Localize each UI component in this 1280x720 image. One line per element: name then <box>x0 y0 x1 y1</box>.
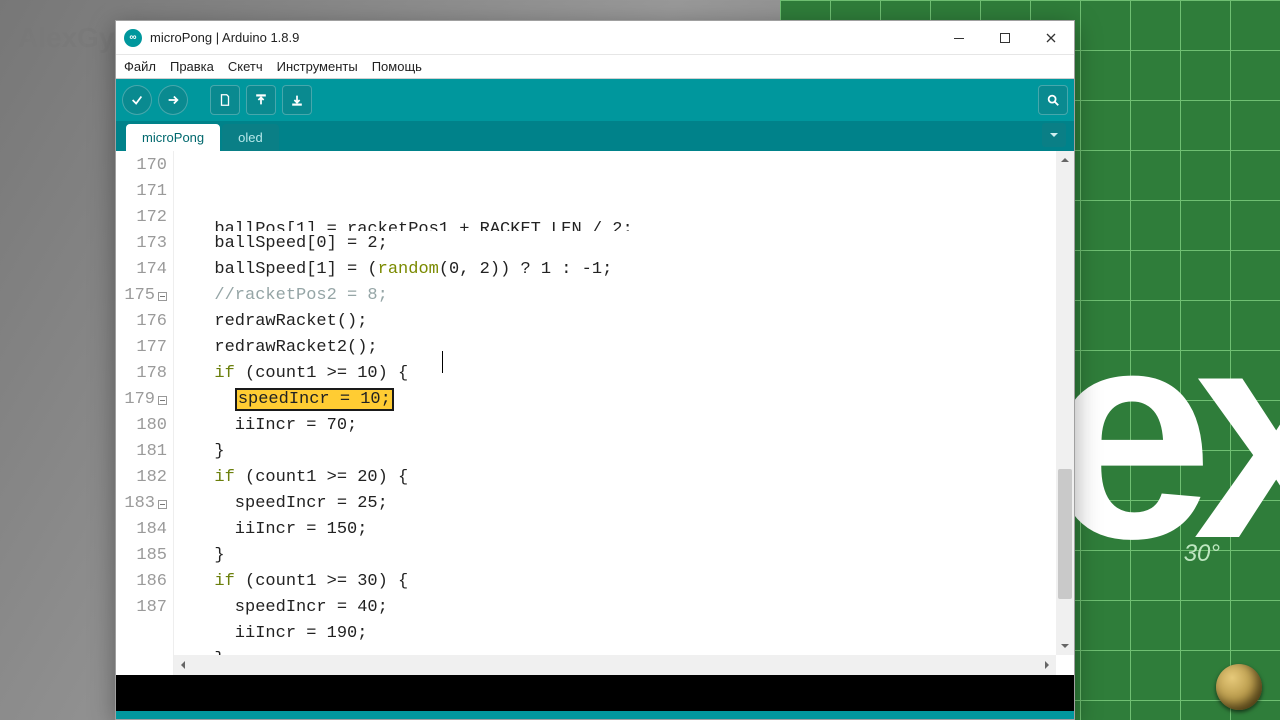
line-number: 172 <box>116 205 167 231</box>
save-sketch-button[interactable] <box>282 85 312 115</box>
code-line[interactable]: if (count1 >= 10) { <box>194 361 1074 387</box>
code-line[interactable]: iiIncr = 70; <box>194 413 1074 439</box>
fold-icon[interactable] <box>158 292 167 301</box>
code-area[interactable]: ballPos[1] = racketPos1 + RACKET_LEN / 2… <box>174 151 1074 675</box>
line-number: 170 <box>116 153 167 179</box>
tab-menu-button[interactable] <box>1042 123 1066 147</box>
code-line[interactable]: iiIncr = 190; <box>194 621 1074 647</box>
toolbar <box>116 79 1074 121</box>
vertical-scroll-track[interactable] <box>1056 169 1074 637</box>
line-number: 183 <box>116 491 167 517</box>
line-number: 171 <box>116 179 167 205</box>
code-line[interactable]: } <box>194 439 1074 465</box>
arduino-ide-window: ∞ microPong | Arduino 1.8.9 Файл Правка Ск… <box>115 20 1075 720</box>
code-line[interactable]: speedIncr = 40; <box>194 595 1074 621</box>
text-cursor <box>442 351 443 373</box>
code-line[interactable]: iiIncr = 150; <box>194 517 1074 543</box>
menu-инструменты[interactable]: Инструменты <box>277 59 358 74</box>
line-number: 173 <box>116 231 167 257</box>
line-number: 185 <box>116 543 167 569</box>
line-number: 181 <box>116 439 167 465</box>
menu-bar: Файл Правка Скетч Инструменты Помощь <box>116 55 1074 79</box>
code-line[interactable]: if (count1 >= 20) { <box>194 465 1074 491</box>
line-number: 177 <box>116 335 167 361</box>
line-number: 178 <box>116 361 167 387</box>
tab-oled[interactable]: oled <box>222 124 279 151</box>
code-line[interactable]: speedIncr = 10; <box>194 387 1074 413</box>
open-sketch-button[interactable] <box>246 85 276 115</box>
code-line[interactable]: ballPos[1] = racketPos1 + RACKET_LEN / 2… <box>194 217 1074 231</box>
scroll-right-button[interactable] <box>1038 660 1056 670</box>
horizontal-scrollbar[interactable] <box>174 655 1056 675</box>
mat-angle-label: 30° <box>1184 540 1220 568</box>
code-line[interactable]: //racketPos2 = 8; <box>194 283 1074 309</box>
vertical-scrollbar[interactable] <box>1056 151 1074 655</box>
fold-icon[interactable] <box>158 500 167 509</box>
code-line[interactable]: redrawRacket(); <box>194 309 1074 335</box>
new-sketch-button[interactable] <box>210 85 240 115</box>
line-number: 186 <box>116 569 167 595</box>
window-titlebar[interactable]: ∞ microPong | Arduino 1.8.9 <box>116 21 1074 55</box>
arduino-icon: ∞ <box>124 29 142 47</box>
code-line[interactable]: if (count1 >= 30) { <box>194 569 1074 595</box>
code-line[interactable]: ballSpeed[0] = 2; <box>194 231 1074 257</box>
scroll-left-button[interactable] <box>174 660 192 670</box>
watermark: AlexGy <box>18 22 115 54</box>
menu-правка[interactable]: Правка <box>170 59 214 74</box>
code-line[interactable]: speedIncr = 25; <box>194 491 1074 517</box>
window-title: microPong | Arduino 1.8.9 <box>150 30 299 45</box>
horizontal-scroll-track[interactable] <box>192 655 1038 675</box>
close-button[interactable] <box>1028 21 1074 55</box>
lens-reflection <box>1216 664 1262 710</box>
upload-button[interactable] <box>158 85 188 115</box>
vertical-scroll-thumb[interactable] <box>1058 469 1072 599</box>
scroll-up-button[interactable] <box>1056 151 1074 169</box>
code-line[interactable]: redrawRacket2(); <box>194 335 1074 361</box>
line-number: 175 <box>116 283 167 309</box>
line-number-gutter: 1691701711721731741751761771781791801811… <box>116 151 174 675</box>
line-number: 187 <box>116 595 167 621</box>
fold-icon[interactable] <box>158 396 167 405</box>
code-editor[interactable]: 1691701711721731741751761771781791801811… <box>116 151 1074 675</box>
sketch-tab-bar: microPongoled <box>116 121 1074 151</box>
menu-скетч[interactable]: Скетч <box>228 59 263 74</box>
line-number: 180 <box>116 413 167 439</box>
serial-monitor-button[interactable] <box>1038 85 1068 115</box>
code-line[interactable]: ballSpeed[1] = (random(0, 2)) ? 1 : -1; <box>194 257 1074 283</box>
tab-micropong[interactable]: microPong <box>126 124 220 151</box>
line-number: 182 <box>116 465 167 491</box>
line-number: 184 <box>116 517 167 543</box>
line-number: 176 <box>116 309 167 335</box>
line-number: 179 <box>116 387 167 413</box>
line-number: 174 <box>116 257 167 283</box>
background-logo-text: ex <box>1046 260 1280 606</box>
scroll-down-button[interactable] <box>1056 637 1074 655</box>
maximize-button[interactable] <box>982 21 1028 55</box>
code-line[interactable]: } <box>194 543 1074 569</box>
menu-помощь[interactable]: Помощь <box>372 59 422 74</box>
verify-button[interactable] <box>122 85 152 115</box>
output-console[interactable] <box>116 675 1074 711</box>
minimize-button[interactable] <box>936 21 982 55</box>
menu-файл[interactable]: Файл <box>124 59 156 74</box>
status-bar <box>116 711 1074 719</box>
